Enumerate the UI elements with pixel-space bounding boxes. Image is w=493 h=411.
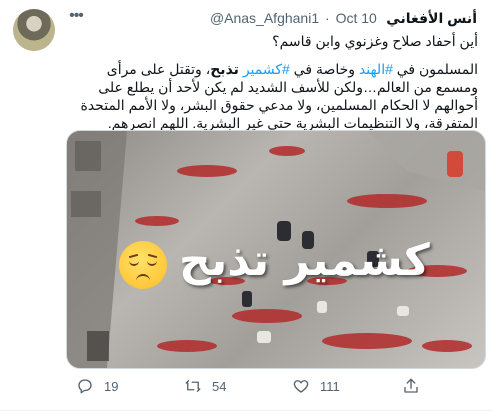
like-icon (293, 380, 309, 393)
bold-word: تذبح (210, 61, 243, 77)
display-name[interactable]: أنس الأفغاني (386, 10, 477, 26)
tweet[interactable]: ••• أنس الأفغاني @Anas_Afghani1 · Oct 10… (0, 0, 493, 411)
emoji-eye (147, 261, 157, 266)
tweet-text-part: وخاصة في (289, 61, 359, 77)
media-overlay-text: كشمير تذبح (179, 235, 430, 286)
tweet-text: أين أحفاد صلاح وغزنوي وابن قاسم؟ المسلمو… (66, 32, 479, 132)
separator: · (325, 10, 330, 26)
tweet-media-image[interactable]: كشمير تذبح (66, 130, 486, 369)
tweet-text-paragraph: المسلمون في #الهند وخاصة في #كشمير تذبح،… (66, 60, 479, 132)
hashtag-kashmir[interactable]: #كشمير (243, 61, 290, 77)
emoji-brow (128, 253, 139, 259)
like-count: 111 (320, 378, 340, 394)
tweet-header: أنس الأفغاني @Anas_Afghani1 · Oct 10 (66, 10, 477, 28)
handle[interactable]: @Anas_Afghani1 (210, 10, 319, 26)
emoji-brow (147, 253, 158, 259)
emoji-eye (129, 261, 139, 266)
timestamp[interactable]: Oct 10 (336, 10, 377, 26)
tweet-text-part: المسلمون في (392, 61, 478, 77)
retweet-button[interactable]: 54 (184, 375, 226, 397)
tweet-meta: @Anas_Afghani1 · Oct 10 (209, 10, 378, 26)
like-button[interactable]: 111 (292, 375, 340, 397)
retweet-icon (185, 380, 201, 392)
retweet-count: 54 (212, 378, 227, 394)
hashtag-india[interactable]: #الهند (359, 61, 393, 77)
share-button[interactable] (402, 375, 430, 397)
reply-icon (78, 379, 92, 394)
tweet-actions: 19 54 111 (66, 375, 484, 399)
reply-count: 19 (104, 378, 119, 394)
emoji-mouth (136, 274, 150, 282)
pensive-face-emoji-icon (119, 241, 167, 289)
reply-button[interactable]: 19 (76, 375, 118, 397)
tweet-text-line1: أين أحفاد صلاح وغزنوي وابن قاسم؟ (272, 33, 478, 49)
share-icon (404, 378, 418, 393)
avatar[interactable] (13, 9, 55, 51)
